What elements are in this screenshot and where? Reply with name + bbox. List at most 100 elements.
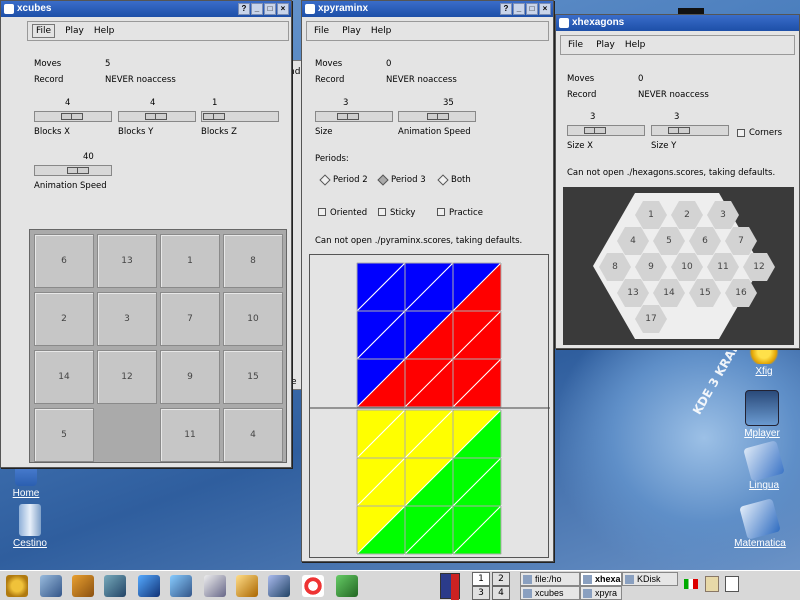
cube-tile[interactable]: 7 — [160, 292, 220, 346]
menu-play[interactable]: Play — [65, 26, 84, 36]
slider-thumb[interactable] — [584, 127, 606, 134]
kde-menu-icon[interactable] — [6, 575, 28, 597]
cube-tile[interactable]: 10 — [223, 292, 283, 346]
slider-thumb[interactable] — [337, 113, 359, 120]
network-icon[interactable] — [170, 575, 192, 597]
window-menu-icon[interactable] — [305, 4, 315, 14]
home-icon[interactable] — [104, 575, 126, 597]
blocks-x-slider[interactable] — [34, 111, 112, 122]
menu-help[interactable]: Help — [94, 26, 115, 36]
menu-file[interactable]: File — [311, 25, 332, 37]
menu-play[interactable]: Play — [342, 26, 361, 36]
taskbar-item[interactable]: xcubes — [520, 586, 580, 600]
games-icon[interactable] — [336, 575, 358, 597]
hexagons-board[interactable]: 1 2 3 4 5 6 7 8 9 10 11 12 13 14 15 16 17 — [563, 187, 794, 345]
cube-tile[interactable]: 13 — [97, 234, 157, 288]
animation-speed-slider[interactable] — [398, 111, 476, 122]
desktop-1-button[interactable]: 1 — [472, 572, 490, 586]
taskbar: 1 2 3 4 file:/ho xhexa KDisk xcubes xpyr… — [0, 570, 800, 600]
sticky-checkbox[interactable] — [378, 208, 386, 216]
animation-speed-slider[interactable] — [34, 165, 112, 176]
cube-tile[interactable]: 3 — [97, 292, 157, 346]
terminal-icon[interactable] — [268, 575, 290, 597]
menu-help[interactable]: Help — [625, 40, 646, 50]
blocks-z-slider[interactable] — [201, 111, 279, 122]
empty-tile[interactable] — [97, 408, 157, 462]
period-2-radio[interactable] — [319, 174, 331, 186]
window-menu-icon[interactable] — [559, 18, 569, 28]
xcubes-titlebar[interactable]: xcubes ? _ □ × — [1, 1, 291, 17]
menu-file[interactable]: File — [565, 39, 586, 51]
size-x-slider[interactable] — [567, 125, 645, 136]
slider-thumb[interactable] — [67, 167, 89, 174]
size-y-slider[interactable] — [651, 125, 729, 136]
package-icon[interactable] — [138, 575, 160, 597]
maximize-icon[interactable]: □ — [264, 3, 276, 15]
calendar-icon[interactable] — [725, 576, 739, 592]
taskbar-item[interactable]: xpyra — [580, 586, 622, 600]
xhexagons-titlebar[interactable]: xhexagons — [556, 15, 799, 31]
desktop-4-button[interactable]: 4 — [492, 586, 510, 600]
slider-thumb[interactable] — [668, 127, 690, 134]
taskbar-item[interactable]: KDisk — [622, 572, 678, 586]
xpyraminx-titlebar[interactable]: xpyraminx ? _ □ × — [302, 1, 553, 17]
cube-tile[interactable]: 9 — [160, 350, 220, 404]
slider-thumb[interactable] — [61, 113, 83, 120]
taskbar-item[interactable]: file:/ho — [520, 572, 580, 586]
taskbar-item[interactable]: xhexa — [580, 572, 622, 586]
minimize-icon[interactable]: _ — [513, 3, 525, 15]
clipboard-icon[interactable] — [705, 576, 719, 592]
desktop-3-button[interactable]: 3 — [472, 586, 490, 600]
cube-tile[interactable]: 12 — [97, 350, 157, 404]
menu-help[interactable]: Help — [371, 26, 392, 36]
cube-tile[interactable]: 4 — [223, 408, 283, 462]
slider-thumb[interactable] — [427, 113, 449, 120]
close-icon[interactable]: × — [539, 3, 551, 15]
cube-tile[interactable]: 1 — [160, 234, 220, 288]
desktop-icon-cestino[interactable]: Cestino — [0, 504, 60, 549]
slider-thumb[interactable] — [203, 113, 225, 120]
slider-label: Animation Speed — [34, 181, 107, 191]
desktop-icon[interactable] — [40, 575, 62, 597]
desktop-icon-mplayer[interactable]: Mplayer — [732, 390, 792, 439]
maximize-icon[interactable]: □ — [526, 3, 538, 15]
desktop-2-button[interactable]: 2 — [492, 572, 510, 586]
oriented-checkbox[interactable] — [318, 208, 326, 216]
size-slider[interactable] — [315, 111, 393, 122]
blocks-y-slider[interactable] — [118, 111, 196, 122]
help-icon[interactable]: ? — [238, 3, 250, 15]
both-radio[interactable] — [437, 174, 449, 186]
cube-tile[interactable]: 14 — [34, 350, 94, 404]
cube-tile[interactable]: 6 — [34, 234, 94, 288]
cube-tile[interactable]: 11 — [160, 408, 220, 462]
corners-checkbox[interactable] — [737, 129, 745, 137]
cubes-board[interactable]: 6 13 1 8 2 3 7 10 14 12 9 15 5 11 4 — [29, 229, 287, 463]
menu-play[interactable]: Play — [596, 40, 615, 50]
slider-thumb[interactable] — [145, 113, 167, 120]
menu-file[interactable]: File — [32, 24, 56, 38]
checkbox-label: Corners — [749, 128, 783, 138]
flag-icon[interactable] — [684, 579, 698, 589]
cube-tile[interactable]: 5 — [34, 408, 94, 462]
minimize-icon[interactable]: _ — [251, 3, 263, 15]
xcubes-window[interactable]: xcubes ? _ □ × File Play Help Moves 5 Re… — [0, 0, 292, 468]
help-icon[interactable]: ? — [500, 3, 512, 15]
slider-label: Blocks X — [34, 127, 70, 137]
cube-tile[interactable]: 2 — [34, 292, 94, 346]
cube-tile[interactable]: 8 — [223, 234, 283, 288]
editor-icon[interactable] — [236, 575, 258, 597]
xhexagons-window[interactable]: xhexagons File Play Help Moves 0 Record … — [555, 14, 800, 349]
pyraminx-board[interactable] — [309, 254, 550, 558]
help-lifebuoy-icon[interactable] — [302, 575, 324, 597]
cube-tile[interactable]: 15 — [223, 350, 283, 404]
period-3-radio[interactable] — [377, 174, 389, 186]
pager-preview[interactable] — [440, 573, 460, 600]
practice-checkbox[interactable] — [437, 208, 445, 216]
browser-icon[interactable] — [204, 575, 226, 597]
desktop-icon-lingua[interactable]: Lingua — [734, 440, 794, 491]
window-menu-icon[interactable] — [4, 4, 14, 14]
close-icon[interactable]: × — [277, 3, 289, 15]
desktop-icon-matematica[interactable]: Matematica — [730, 498, 790, 549]
settings-icon[interactable] — [72, 575, 94, 597]
xpyraminx-window[interactable]: xpyraminx ? _ □ × File Play Help Moves 0… — [301, 0, 554, 562]
